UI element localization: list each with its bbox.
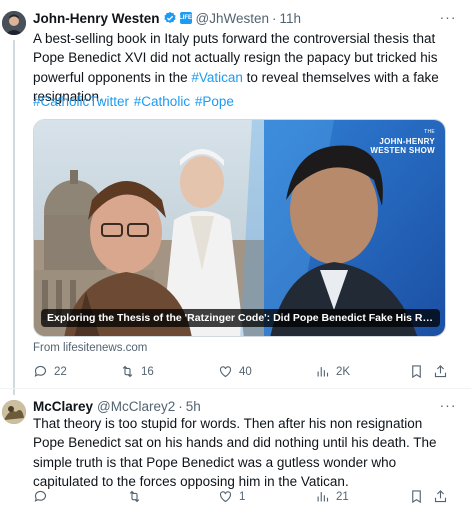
reply-icon [34,365,47,377]
show-logo-line1: JOHN-HENRY [379,137,435,146]
author-handle[interactable]: @McClarey2 [97,399,175,414]
reply-button[interactable]: 22 [33,364,67,379]
like-icon [219,366,232,378]
bookmark-button[interactable] [409,364,430,379]
author-name[interactable]: McClarey [33,399,93,414]
retweet-icon [122,365,133,378]
retweet-count: 16 [141,365,154,378]
like-button[interactable]: 1 [218,489,245,504]
tweet-actions: 1 21 [33,489,453,507]
views-button[interactable]: 21 [315,489,349,504]
verified-badge-icon[interactable] [163,11,177,25]
separator-dot: · [272,10,277,26]
tweet-text: That theory is too stupid for words. The… [33,416,437,489]
show-logo-line2: WESTEN SHOW [370,146,435,155]
retweet-button[interactable] [127,489,148,504]
hashtag-vatican-link[interactable]: #Vatican [191,70,243,85]
bookmark-icon [412,490,421,504]
reply-button[interactable] [33,489,54,504]
thread-line [13,40,15,395]
bookmark-icon [412,365,421,379]
show-logo-small: THE [424,129,435,135]
reply-icon [34,490,47,502]
share-button[interactable] [433,364,454,379]
tweet-header: John-Henry Westen LIFE @JhWesten · 11h [33,9,301,27]
share-icon [434,490,447,503]
retweet-icon [129,490,140,503]
bookmark-button[interactable] [409,489,430,504]
reply-count: 22 [54,365,67,378]
show-logo: THE JOHN-HENRY WESTEN SHOW [370,128,435,155]
like-count: 40 [239,365,252,378]
more-icon[interactable]: ··· [439,10,457,28]
avatar-john-henry-westen[interactable] [2,11,26,35]
like-icon [219,491,232,503]
share-button[interactable] [433,489,454,504]
affiliate-badge-icon[interactable]: LIFE [179,12,192,24]
views-count: 2K [336,365,351,378]
timestamp[interactable]: 11h [280,11,302,26]
link-card[interactable]: THE JOHN-HENRY WESTEN SHOW Exploring the… [33,119,446,337]
tweet-actions: 22 16 40 2K [33,364,453,382]
retweet-button[interactable]: 16 [120,364,154,379]
separator-dot: · [178,398,183,414]
views-icon [317,367,329,377]
hashtag-links[interactable]: #CatholicTwitter #Catholic #Pope [33,94,234,109]
views-count: 21 [336,490,349,503]
card-title[interactable]: Exploring the Thesis of the 'Ratzinger C… [41,309,440,327]
share-icon [434,365,447,378]
author-handle[interactable]: @JhWesten [196,11,270,26]
like-count: 1 [239,490,246,503]
views-icon [317,492,329,502]
avatar-mcclarey[interactable] [2,400,26,424]
like-button[interactable]: 40 [218,364,252,379]
views-button[interactable]: 2K [315,364,350,379]
author-name[interactable]: John-Henry Westen [33,11,160,26]
tweet-header: McClarey @McClarey2 · 5h [33,397,201,415]
card-source[interactable]: From lifesitenews.com [33,342,147,354]
timestamp[interactable]: 5h [186,399,201,414]
